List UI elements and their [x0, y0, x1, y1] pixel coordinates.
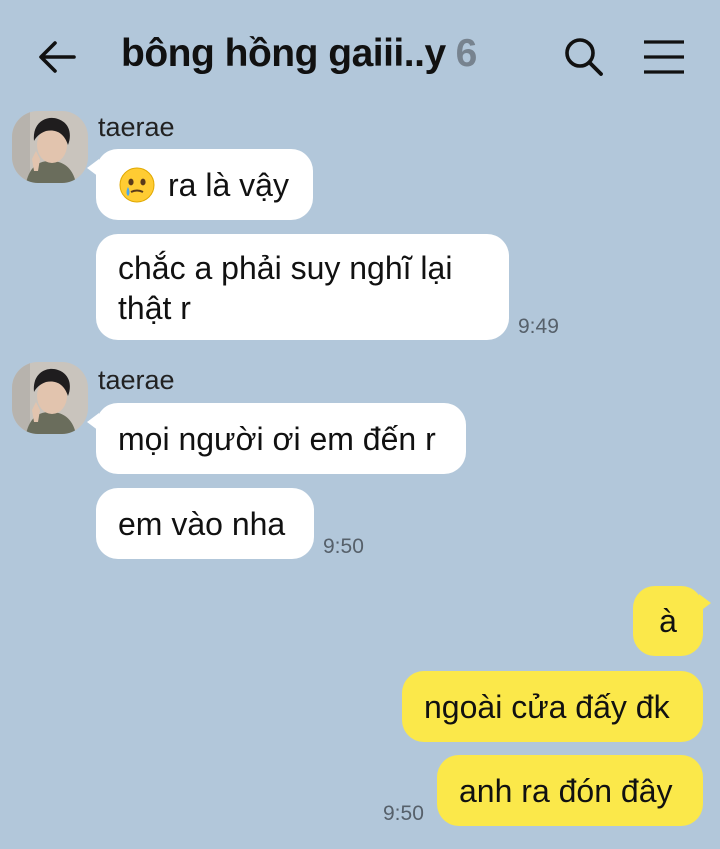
message-bubble[interactable]: ngoài cửa đấy đk	[402, 671, 703, 742]
sender-name: taerae	[98, 112, 175, 142]
avatar[interactable]	[12, 111, 88, 183]
face-holding-back-tears-emoji-icon	[119, 167, 155, 202]
sender-name: taerae	[98, 365, 175, 395]
message-timestamp: 9:50	[383, 802, 424, 825]
message-text: à	[659, 603, 677, 639]
message-text: em vào nha	[118, 505, 286, 542]
arrow-left-icon[interactable]	[36, 36, 78, 78]
message-text: anh ra đón đây	[459, 772, 673, 809]
search-icon[interactable]	[563, 36, 605, 78]
member-count: 6	[455, 32, 478, 75]
profile-photo	[12, 362, 88, 434]
hamburger-menu-icon[interactable]	[642, 38, 686, 76]
chat-title[interactable]: bông hồng gaiii..y 6	[121, 32, 477, 76]
message-bubble[interactable]: ra là vậy	[87, 149, 313, 220]
chat-name: bông hồng gaiii..y	[121, 32, 446, 75]
avatar[interactable]	[12, 362, 88, 434]
message-timestamp: 9:49	[518, 315, 559, 338]
message-timestamp: 9:50	[323, 535, 364, 558]
message-bubble[interactable]: chắc a phải suy nghĩ lại thật r	[96, 234, 509, 340]
message-bubble[interactable]: mọi người ơi em đến r	[87, 403, 466, 474]
profile-photo	[12, 111, 88, 183]
message-bubble[interactable]: anh ra đón đây	[437, 755, 703, 826]
message-text: ngoài cửa đấy đk	[424, 688, 670, 725]
message-text: chắc a phải suy nghĩ lại	[118, 250, 453, 286]
message-text: ra là vậy	[168, 166, 289, 203]
message-bubble[interactable]: em vào nha	[96, 488, 314, 559]
message-text: mọi người ơi em đến r	[118, 420, 436, 457]
message-text: thật r	[118, 290, 191, 326]
chat-header: bông hồng gaiii..y 6	[0, 0, 720, 110]
message-bubble[interactable]: à	[633, 586, 711, 656]
